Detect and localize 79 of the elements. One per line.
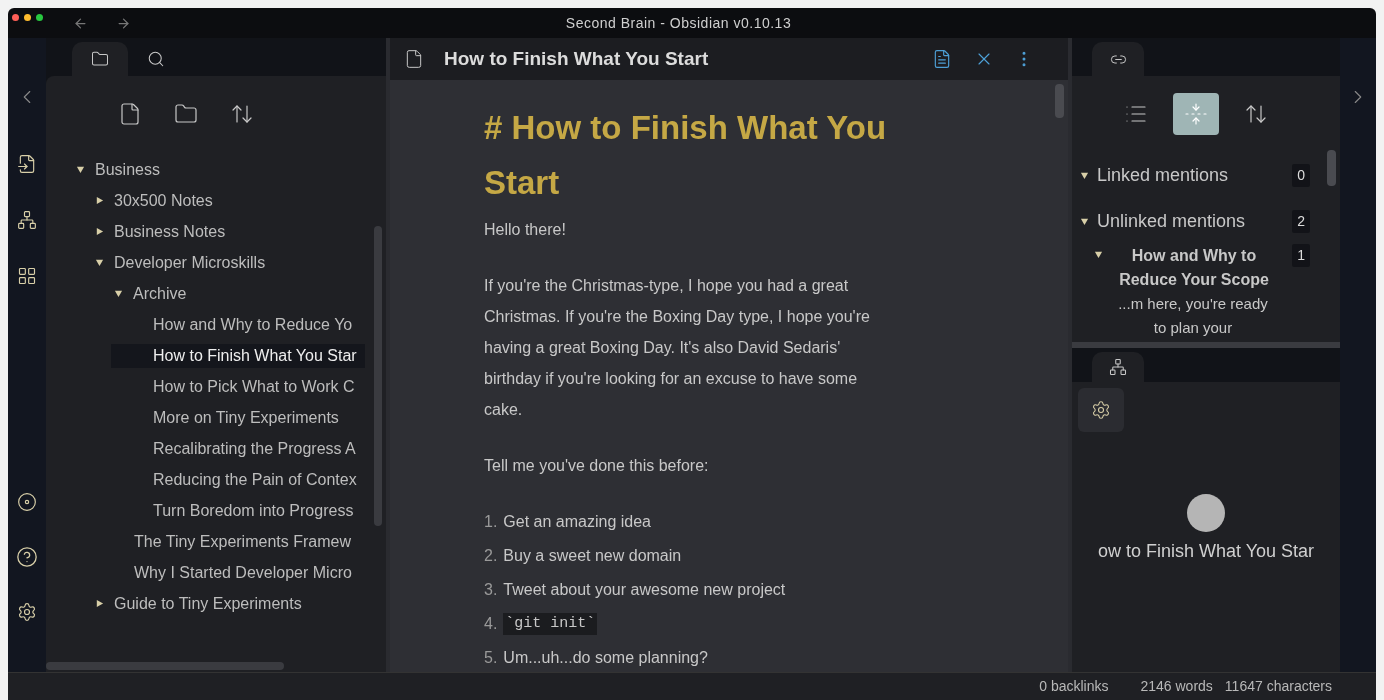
file-item[interactable]: Reducing the Pain of Contex bbox=[153, 467, 365, 492]
graph-icon bbox=[1109, 358, 1127, 376]
graph-settings-button[interactable] bbox=[1078, 388, 1124, 432]
scrollbar[interactable] bbox=[1327, 150, 1336, 186]
file-item[interactable]: How to Pick What to Work C bbox=[153, 374, 363, 399]
minimize-window-icon[interactable] bbox=[24, 13, 31, 21]
expanded-arrow-icon[interactable] bbox=[114, 289, 123, 298]
graph-icon[interactable] bbox=[17, 210, 37, 230]
folder-item[interactable]: Guide to Tiny Experiments bbox=[114, 591, 310, 616]
mention-title[interactable]: How and Why to Reduce Your Scope bbox=[1109, 244, 1279, 292]
file-icon bbox=[404, 49, 424, 69]
folder-item[interactable]: Archive bbox=[133, 281, 195, 306]
expand-icon bbox=[1184, 102, 1208, 126]
file-item[interactable]: More on Tiny Experiments bbox=[153, 405, 347, 430]
new-folder-icon[interactable] bbox=[174, 102, 198, 126]
count-badge: 1 bbox=[1292, 244, 1310, 267]
list-number: 2. bbox=[484, 546, 498, 566]
inline-code: `git init` bbox=[503, 612, 598, 636]
folder-icon bbox=[91, 50, 109, 68]
settings-icon[interactable] bbox=[17, 602, 37, 622]
preview-icon[interactable] bbox=[932, 49, 952, 69]
collapsed-arrow-icon[interactable] bbox=[95, 196, 104, 205]
section-title[interactable]: Unlinked mentions bbox=[1097, 207, 1293, 235]
paragraph: Tell me you've done this before: bbox=[484, 456, 710, 476]
count-badge: 0 bbox=[1292, 163, 1310, 187]
character-count: 11647 characters bbox=[1224, 677, 1332, 696]
list-number: 4. bbox=[484, 614, 498, 634]
help-icon[interactable] bbox=[16, 546, 38, 568]
scrollbar[interactable] bbox=[46, 662, 284, 670]
folder-item[interactable]: 30x500 Notes bbox=[114, 188, 221, 213]
panel-tab[interactable] bbox=[72, 42, 128, 76]
settings-icon bbox=[1091, 400, 1111, 420]
paragraph: Hello there! bbox=[484, 220, 567, 240]
list-item: Tweet about your awesome new project bbox=[503, 580, 786, 600]
search-icon bbox=[147, 50, 165, 68]
scrollbar[interactable] bbox=[374, 226, 382, 526]
expanded-arrow-icon[interactable] bbox=[95, 258, 104, 267]
list-number: 3. bbox=[484, 580, 498, 600]
graph-tab[interactable] bbox=[1092, 352, 1144, 382]
note-heading: # How to Finish What You Start bbox=[484, 108, 888, 203]
section-title[interactable]: Linked mentions bbox=[1097, 161, 1293, 189]
folder-item[interactable]: Business bbox=[95, 157, 168, 182]
file-item[interactable]: The Tiny Experiments Framew bbox=[134, 529, 359, 554]
expanded-arrow-icon[interactable] bbox=[76, 165, 85, 174]
maximize-window-icon[interactable] bbox=[36, 13, 43, 21]
new-note-icon[interactable] bbox=[118, 102, 142, 126]
graph-node[interactable] bbox=[1187, 494, 1225, 532]
expanded-arrow-icon[interactable] bbox=[1080, 170, 1089, 180]
close-window-icon[interactable] bbox=[12, 13, 19, 21]
word-count: 2146 words bbox=[1140, 677, 1213, 696]
folder-item[interactable]: Developer Microskills bbox=[114, 250, 274, 275]
collapsed-arrow-icon[interactable] bbox=[95, 599, 104, 608]
file-item[interactable]: How and Why to Reduce Yo bbox=[153, 312, 361, 337]
backlink-count: 0 backlinks bbox=[1039, 677, 1109, 696]
paragraph: If you're the Christmas-type, I hope you had a great Christmas. If you're the Boxing Day type, I hope you're having a great Boxing Day. It's also David Sedaris' birthday if you're looking for an excuse to have some cake. bbox=[484, 276, 871, 420]
list-number: 5. bbox=[484, 648, 498, 668]
file-icon[interactable] bbox=[17, 154, 37, 174]
scrollbar[interactable] bbox=[1055, 84, 1064, 118]
file-item[interactable]: Recalibrating the Progress A bbox=[153, 436, 364, 461]
list-number: 1. bbox=[484, 512, 498, 532]
window-title: Second Brain - Obsidian v0.10.13 bbox=[565, 13, 792, 33]
node-label: ow to Finish What You Star bbox=[1097, 540, 1315, 563]
expanded-arrow-icon[interactable] bbox=[1080, 216, 1089, 226]
mention-snippet: ...m here, you're ready to plan your bbox=[1118, 294, 1268, 338]
list-item: Get an amazing idea bbox=[503, 512, 651, 532]
forward-icon[interactable] bbox=[116, 15, 131, 31]
file-item[interactable]: Turn Boredom into Progress bbox=[153, 498, 362, 523]
grid-icon[interactable] bbox=[17, 266, 37, 286]
note-title: How to Finish What You Start bbox=[444, 46, 709, 71]
folder-item[interactable]: Business Notes bbox=[114, 219, 234, 244]
list-item: Um...uh...do some planning? bbox=[503, 648, 708, 668]
collapsed-arrow-icon[interactable] bbox=[95, 227, 104, 236]
count-badge: 2 bbox=[1292, 209, 1310, 233]
list-item: Buy a sweet new domain bbox=[503, 546, 682, 566]
back-icon[interactable] bbox=[73, 15, 88, 31]
file-item[interactable]: Why I Started Developer Micro bbox=[134, 560, 360, 585]
file-item[interactable]: How to Finish What You Star bbox=[111, 343, 365, 368]
expanded-arrow-icon[interactable] bbox=[1094, 250, 1103, 259]
backlinks-tab[interactable] bbox=[1092, 42, 1144, 76]
